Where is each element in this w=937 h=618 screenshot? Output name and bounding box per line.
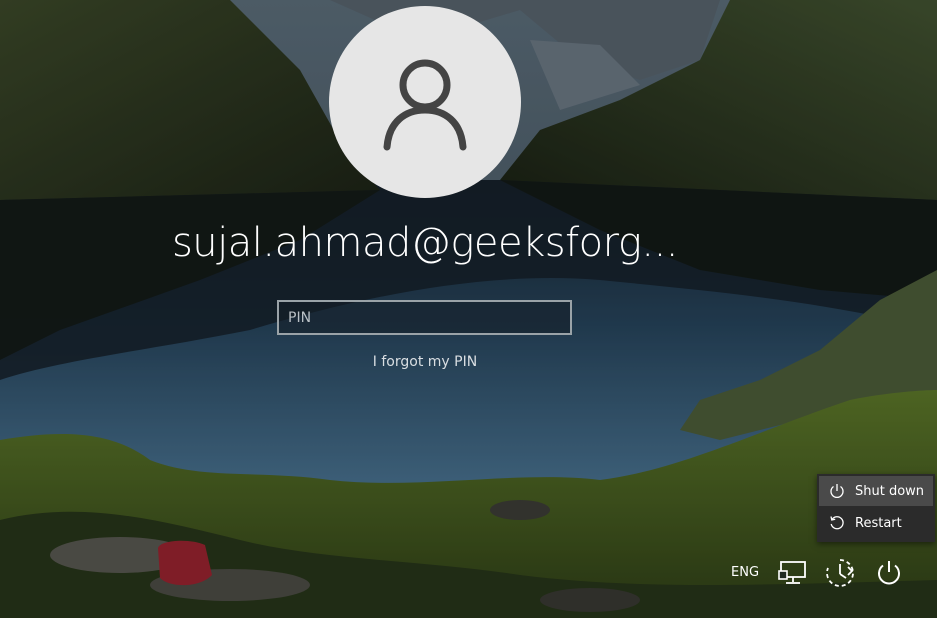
restart-icon: [819, 508, 855, 538]
power-button-icon[interactable]: [872, 556, 906, 590]
user-name: sujal.ahmad@geeksforg...: [171, 220, 679, 266]
menu-item-label: Shut down: [855, 483, 925, 499]
power-icon: [819, 476, 855, 506]
power-menu: Shut down Restart: [817, 474, 935, 542]
user-icon: [383, 59, 467, 151]
menu-item-restart[interactable]: Restart: [819, 508, 933, 538]
pin-field-container: [277, 300, 572, 335]
ease-of-access-icon[interactable]: [823, 556, 857, 590]
pin-input[interactable]: [279, 302, 570, 333]
language-indicator[interactable]: ENG: [731, 565, 759, 580]
menu-item-label: Restart: [855, 515, 902, 531]
lock-screen: sujal.ahmad@geeksforg... I forgot my PIN…: [0, 0, 937, 618]
network-icon[interactable]: [776, 556, 810, 590]
forgot-pin-link[interactable]: I forgot my PIN: [0, 354, 850, 370]
user-avatar: [329, 6, 521, 198]
menu-item-shut-down[interactable]: Shut down: [819, 476, 933, 506]
